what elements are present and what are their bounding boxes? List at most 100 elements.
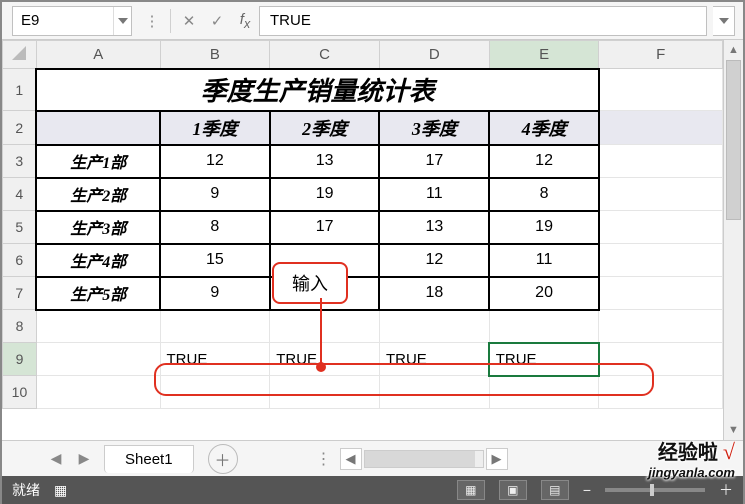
data-cell[interactable]: 12	[160, 145, 270, 178]
empty-cell[interactable]	[599, 211, 723, 244]
row-header[interactable]: 7	[3, 277, 37, 310]
data-cell[interactable]: 13	[270, 145, 380, 178]
scroll-right-icon[interactable]: ▶	[486, 448, 508, 470]
data-cell[interactable]: 8	[489, 178, 599, 211]
view-normal-icon[interactable]: ▦	[457, 480, 485, 500]
row-label[interactable]: 生产4部	[36, 244, 160, 277]
empty-cell[interactable]	[599, 277, 723, 310]
view-break-icon[interactable]: ▤	[541, 480, 569, 500]
result-cell[interactable]: TRUE	[160, 343, 270, 376]
result-cell[interactable]: TRUE	[270, 343, 380, 376]
row-label[interactable]: 生产5部	[36, 277, 160, 310]
tab-prev-icon[interactable]: ◀	[42, 445, 70, 473]
data-cell[interactable]: 17	[379, 145, 489, 178]
select-all-corner[interactable]	[3, 41, 37, 69]
formula-input[interactable]: TRUE	[259, 6, 707, 36]
row-header[interactable]: 10	[3, 376, 37, 409]
empty-cell[interactable]	[599, 111, 723, 145]
data-cell[interactable]: 20	[489, 277, 599, 310]
data-cell[interactable]: 11	[489, 244, 599, 277]
data-cell[interactable]: 11	[379, 178, 489, 211]
scroll-left-icon[interactable]: ◀	[340, 448, 362, 470]
empty-cell[interactable]	[379, 376, 489, 409]
data-cell[interactable]: 17	[270, 211, 380, 244]
empty-cell[interactable]	[36, 310, 160, 343]
empty-cell[interactable]	[599, 145, 723, 178]
data-cell[interactable]: 19	[489, 211, 599, 244]
column-header[interactable]: E	[489, 41, 599, 69]
empty-cell[interactable]	[36, 343, 160, 376]
scroll-thumb[interactable]	[726, 60, 741, 220]
column-header[interactable]: F	[599, 41, 723, 69]
row-header[interactable]: 1	[3, 69, 37, 111]
data-cell[interactable]: 8	[160, 211, 270, 244]
data-cell[interactable]: 13	[379, 211, 489, 244]
row-header[interactable]: 2	[3, 111, 37, 145]
empty-cell[interactable]	[489, 376, 599, 409]
scroll-handle-icon[interactable]: ⋮	[308, 449, 340, 469]
row-header[interactable]: 5	[3, 211, 37, 244]
column-header[interactable]: A	[36, 41, 160, 69]
empty-cell[interactable]	[599, 343, 723, 376]
empty-cell[interactable]	[270, 310, 380, 343]
name-box-dropdown[interactable]	[113, 7, 131, 35]
empty-cell[interactable]	[599, 178, 723, 211]
data-cell[interactable]	[270, 244, 380, 277]
header-cell[interactable]: 2季度	[270, 111, 380, 145]
empty-cell[interactable]	[160, 376, 270, 409]
view-page-icon[interactable]: ▣	[499, 480, 527, 500]
empty-cell[interactable]	[599, 69, 723, 111]
zoom-handle[interactable]	[650, 484, 654, 496]
empty-cell[interactable]	[36, 376, 160, 409]
row-header[interactable]: 4	[3, 178, 37, 211]
empty-cell[interactable]	[270, 376, 380, 409]
result-cell[interactable]: TRUE	[379, 343, 489, 376]
tab-next-icon[interactable]: ▶	[70, 445, 98, 473]
data-cell[interactable]: 19	[270, 178, 380, 211]
scroll-down-icon[interactable]: ▼	[724, 420, 743, 440]
add-sheet-button[interactable]: ＋	[208, 444, 238, 474]
macro-icon[interactable]: ▦	[54, 482, 67, 499]
zoom-slider[interactable]	[605, 488, 705, 492]
empty-cell[interactable]	[599, 310, 723, 343]
data-cell[interactable]: 18	[379, 277, 489, 310]
cancel-icon[interactable]: ✕	[175, 7, 203, 35]
formula-more-icon[interactable]: ⋮	[138, 7, 166, 35]
spreadsheet-grid[interactable]: A B C D E F 1 季度生产销量统计表 2 1季度	[2, 40, 723, 409]
header-cell[interactable]	[36, 111, 160, 145]
data-cell[interactable]: 12	[489, 145, 599, 178]
header-cell[interactable]: 3季度	[379, 111, 489, 145]
column-header[interactable]: D	[379, 41, 489, 69]
row-label[interactable]: 生产3部	[36, 211, 160, 244]
empty-cell[interactable]	[379, 310, 489, 343]
data-cell[interactable]: 9	[160, 277, 270, 310]
enter-icon[interactable]: ✓	[203, 7, 231, 35]
row-header[interactable]: 8	[3, 310, 37, 343]
name-box[interactable]: E9	[12, 6, 132, 36]
empty-cell[interactable]	[160, 310, 270, 343]
row-header[interactable]: 6	[3, 244, 37, 277]
data-cell[interactable]: 10	[270, 277, 380, 310]
header-cell[interactable]: 1季度	[160, 111, 270, 145]
row-header[interactable]: 9	[3, 343, 37, 376]
column-header[interactable]: C	[270, 41, 380, 69]
table-title[interactable]: 季度生产销量统计表	[36, 69, 599, 111]
zoom-out-icon[interactable]: −	[583, 482, 591, 498]
scroll-thumb[interactable]	[365, 451, 475, 467]
fx-icon[interactable]: fx	[231, 7, 259, 35]
result-cell[interactable]: TRUE	[489, 343, 599, 376]
scroll-up-icon[interactable]: ▲	[724, 40, 743, 60]
data-cell[interactable]: 9	[160, 178, 270, 211]
empty-cell[interactable]	[599, 244, 723, 277]
row-label[interactable]: 生产2部	[36, 178, 160, 211]
data-cell[interactable]: 15	[160, 244, 270, 277]
scroll-track[interactable]	[364, 450, 484, 468]
formula-expand-icon[interactable]	[713, 6, 735, 36]
empty-cell[interactable]	[489, 310, 599, 343]
scroll-track[interactable]	[726, 60, 741, 420]
zoom-in-icon[interactable]: ＋	[719, 480, 733, 500]
row-header[interactable]: 3	[3, 145, 37, 178]
row-label[interactable]: 生产1部	[36, 145, 160, 178]
column-header[interactable]: B	[160, 41, 270, 69]
vertical-scrollbar[interactable]: ▲ ▼	[723, 40, 743, 440]
